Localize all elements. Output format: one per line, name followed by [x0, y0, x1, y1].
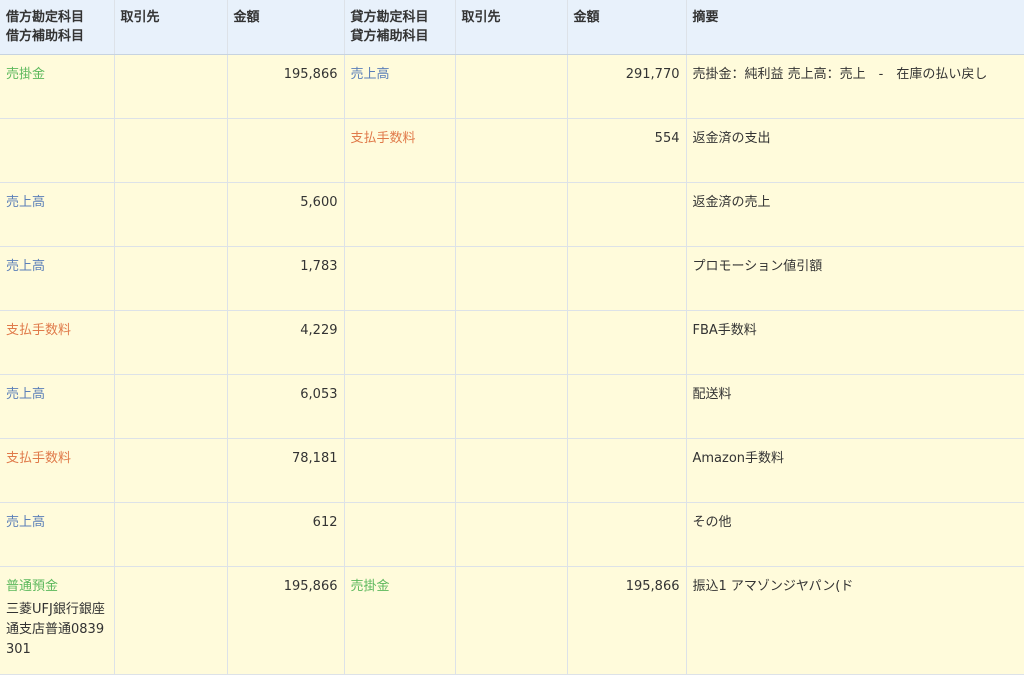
description-cell[interactable]: 売掛金：純利益 売上高：売上 - 在庫の払い戻し	[686, 54, 1024, 119]
credit-partner-cell[interactable]	[455, 118, 568, 183]
debit-partner-cell[interactable]	[114, 310, 228, 375]
debit-partner-cell[interactable]	[114, 374, 228, 439]
credit-account[interactable]: 売上高	[351, 67, 390, 82]
table-row[interactable]: 支払手数料 4,229 FBA手数料	[0, 310, 1024, 375]
credit-account[interactable]: 売掛金	[351, 579, 390, 594]
credit-account-cell[interactable]: 売掛金	[344, 566, 456, 675]
debit-partner-cell[interactable]	[114, 566, 228, 675]
table-row[interactable]: 支払手数料 78,181 Amazon手数料	[0, 438, 1024, 503]
header-credit-partner[interactable]: 取引先	[455, 0, 568, 55]
credit-account-cell[interactable]	[344, 310, 456, 375]
debit-amount-cell[interactable]	[227, 118, 345, 183]
description-cell[interactable]: Amazon手数料	[686, 438, 1024, 503]
debit-account-cell[interactable]: 普通預金三菱UFJ銀行銀座通支店普通0839301	[0, 566, 115, 675]
debit-amount-cell[interactable]: 5,600	[227, 182, 345, 247]
credit-partner-cell[interactable]	[455, 54, 568, 119]
header-credit-account-label: 貸方勘定科目	[350, 10, 429, 25]
credit-amount-cell[interactable]: 195,866	[567, 566, 687, 675]
credit-amount-cell[interactable]	[567, 182, 687, 247]
debit-account[interactable]: 売上高	[6, 387, 45, 402]
credit-account-cell[interactable]	[344, 246, 456, 311]
debit-partner-cell[interactable]	[114, 182, 228, 247]
header-row: 借方勘定科目 借方補助科目 取引先 金額 貸方勘定科目 貸方補助科目 取引先 金…	[0, 0, 1024, 55]
debit-amount-cell[interactable]: 1,783	[227, 246, 345, 311]
credit-partner-cell[interactable]	[455, 502, 568, 567]
debit-partner-cell[interactable]	[114, 438, 228, 503]
debit-account[interactable]: 売掛金	[6, 67, 45, 82]
credit-account-cell[interactable]	[344, 374, 456, 439]
description-cell[interactable]: FBA手数料	[686, 310, 1024, 375]
debit-account[interactable]: 売上高	[6, 259, 45, 274]
debit-amount-cell[interactable]: 6,053	[227, 374, 345, 439]
debit-partner-cell[interactable]	[114, 54, 228, 119]
header-credit-sub-account-label: 貸方補助科目	[350, 29, 429, 44]
debit-partner-cell[interactable]	[114, 246, 228, 311]
header-debit-account[interactable]: 借方勘定科目 借方補助科目	[0, 0, 115, 55]
table-row[interactable]: 売上高 6,053 配送料	[0, 374, 1024, 439]
debit-amount-cell[interactable]: 195,866	[227, 54, 345, 119]
credit-partner-cell[interactable]	[455, 438, 568, 503]
debit-account[interactable]: 売上高	[6, 195, 45, 210]
description-cell[interactable]: 返金済の売上	[686, 182, 1024, 247]
credit-partner-cell[interactable]	[455, 374, 568, 439]
description-cell[interactable]: 振込1 アマゾンジヤパン(ド	[686, 566, 1024, 675]
debit-account[interactable]: 普通預金	[6, 579, 58, 594]
credit-amount-cell[interactable]	[567, 502, 687, 567]
table-row[interactable]: 売上高 5,600 返金済の売上	[0, 182, 1024, 247]
debit-account-cell[interactable]: 売上高	[0, 502, 115, 567]
debit-account-cell[interactable]: 支払手数料	[0, 438, 115, 503]
debit-amount-cell[interactable]: 4,229	[227, 310, 345, 375]
table-row[interactable]: 売上高 1,783 プロモーション値引額	[0, 246, 1024, 311]
credit-partner-cell[interactable]	[455, 566, 568, 675]
journal-table: 借方勘定科目 借方補助科目 取引先 金額 貸方勘定科目 貸方補助科目 取引先 金…	[0, 0, 1024, 675]
header-debit-partner[interactable]: 取引先	[114, 0, 228, 55]
header-debit-amount[interactable]: 金額	[227, 0, 345, 55]
header-debit-sub-account-label: 借方補助科目	[6, 29, 85, 44]
table-body: 売掛金 195,866 売上高 291,770 売掛金：純利益 売上高：売上 - 在庫の…	[0, 54, 1024, 675]
debit-account-cell[interactable]	[0, 118, 115, 183]
debit-account-cell[interactable]: 売上高	[0, 374, 115, 439]
credit-account-cell[interactable]	[344, 182, 456, 247]
credit-account-cell[interactable]: 支払手数料	[344, 118, 456, 183]
debit-sub-account: 三菱UFJ銀行銀座通支店普通0839301	[6, 601, 105, 657]
header-credit-amount[interactable]: 金額	[567, 0, 687, 55]
debit-account[interactable]: 支払手数料	[6, 451, 71, 466]
table-row[interactable]: 売上高 612 その他	[0, 502, 1024, 567]
debit-account-cell[interactable]: 売上高	[0, 182, 115, 247]
debit-partner-cell[interactable]	[114, 502, 228, 567]
debit-account-cell[interactable]: 支払手数料	[0, 310, 115, 375]
credit-partner-cell[interactable]	[455, 246, 568, 311]
credit-partner-cell[interactable]	[455, 310, 568, 375]
table-row[interactable]: 普通預金三菱UFJ銀行銀座通支店普通0839301 195,866 売掛金 195,8…	[0, 566, 1024, 675]
debit-account-cell[interactable]: 売上高	[0, 246, 115, 311]
credit-account-cell[interactable]	[344, 502, 456, 567]
debit-amount-cell[interactable]: 78,181	[227, 438, 345, 503]
credit-amount-cell[interactable]	[567, 438, 687, 503]
debit-amount-cell[interactable]: 612	[227, 502, 345, 567]
debit-amount-cell[interactable]: 195,866	[227, 566, 345, 675]
credit-account-cell[interactable]: 売上高	[344, 54, 456, 119]
table-row[interactable]: 支払手数料 554 返金済の支出	[0, 118, 1024, 183]
debit-account-cell[interactable]: 売掛金	[0, 54, 115, 119]
header-credit-account[interactable]: 貸方勘定科目 貸方補助科目	[344, 0, 456, 55]
debit-account[interactable]: 売上高	[6, 515, 45, 530]
table-row[interactable]: 売掛金 195,866 売上高 291,770 売掛金：純利益 売上高：売上 - 在庫の…	[0, 54, 1024, 119]
debit-partner-cell[interactable]	[114, 118, 228, 183]
credit-partner-cell[interactable]	[455, 182, 568, 247]
table-header: 借方勘定科目 借方補助科目 取引先 金額 貸方勘定科目 貸方補助科目 取引先 金…	[0, 0, 1024, 55]
credit-amount-cell[interactable]: 291,770	[567, 54, 687, 119]
description-cell[interactable]: 配送料	[686, 374, 1024, 439]
description-cell[interactable]: プロモーション値引額	[686, 246, 1024, 311]
credit-amount-cell[interactable]	[567, 310, 687, 375]
credit-amount-cell[interactable]: 554	[567, 118, 687, 183]
credit-account[interactable]: 支払手数料	[351, 131, 416, 146]
description-cell[interactable]: その他	[686, 502, 1024, 567]
header-description[interactable]: 摘要	[686, 0, 1024, 55]
credit-amount-cell[interactable]	[567, 246, 687, 311]
description-cell[interactable]: 返金済の支出	[686, 118, 1024, 183]
credit-amount-cell[interactable]	[567, 374, 687, 439]
debit-account[interactable]: 支払手数料	[6, 323, 71, 338]
header-debit-account-label: 借方勘定科目	[6, 10, 85, 25]
credit-account-cell[interactable]	[344, 438, 456, 503]
